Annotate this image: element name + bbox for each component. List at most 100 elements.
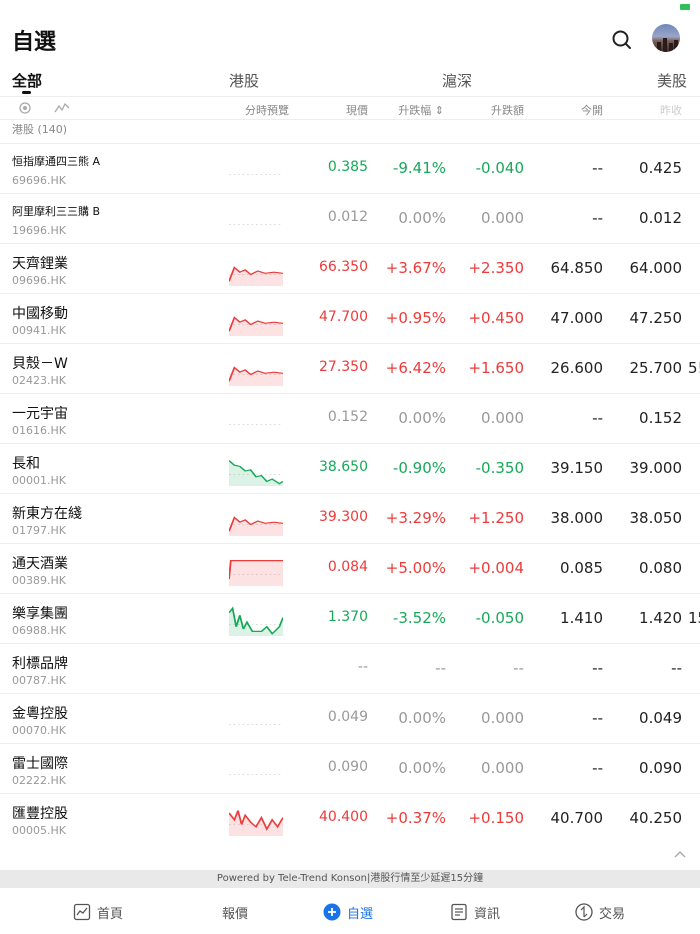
stock-change-pct: 0.00% bbox=[398, 209, 446, 227]
stock-open: -- bbox=[592, 709, 603, 727]
stock-extra-cell: 15 bbox=[688, 609, 700, 627]
sparkline-chart bbox=[229, 606, 283, 636]
stock-change: 0.000 bbox=[481, 209, 524, 227]
header: 自選 bbox=[0, 14, 700, 64]
stock-name: 長和 bbox=[12, 456, 40, 472]
stock-change: +0.150 bbox=[468, 809, 524, 827]
stock-row[interactable]: 中國移動 00941.HK 47.700 +0.95% +0.450 47.000 47.2… bbox=[0, 293, 700, 343]
stock-change-pct: 0.00% bbox=[398, 409, 446, 427]
stock-row[interactable]: 恒指摩通四三熊 A 69696.HK 0.385 -9.41% -0.040 -- 0.42… bbox=[0, 143, 700, 193]
stock-row[interactable]: 通天酒業 00389.HK 0.084 +5.00% +0.004 0.085 0.080 bbox=[0, 543, 700, 593]
stock-row[interactable]: 新東方在綫 01797.HK 39.300 +3.29% +1.250 38.000 38.… bbox=[0, 493, 700, 543]
stock-change-pct: -3.52% bbox=[392, 609, 446, 627]
exchange-icon bbox=[575, 903, 593, 921]
chevron-up-icon[interactable] bbox=[673, 846, 687, 860]
tab-cn[interactable]: 滬深 bbox=[442, 70, 472, 91]
stock-prev-close: -- bbox=[671, 659, 682, 677]
group-label: 港股 (140) bbox=[12, 123, 68, 136]
trend-icon[interactable] bbox=[54, 101, 70, 118]
stock-prev-close: 39.000 bbox=[629, 459, 683, 477]
powered-by-bar: Powered by Tele-Trend Konson|港股行情至少延遲15分… bbox=[0, 870, 700, 888]
stock-code: 00005.HK bbox=[12, 824, 66, 837]
sparkline-chart bbox=[229, 316, 283, 336]
settings-icon[interactable] bbox=[18, 101, 32, 118]
stock-change: 0.000 bbox=[481, 709, 524, 727]
stock-code: 00941.HK bbox=[12, 324, 66, 337]
page-title: 自選 bbox=[12, 30, 57, 55]
stock-row[interactable]: 雷士國際 02222.HK 0.090 0.00% 0.000 -- 0.090 bbox=[0, 743, 700, 793]
stock-prev-close: 1.420 bbox=[639, 609, 682, 627]
stock-change-pct: -- bbox=[435, 659, 446, 677]
nav-home[interactable]: 首頁 bbox=[73, 902, 123, 922]
stock-change-pct: +0.95% bbox=[385, 309, 446, 327]
stock-open: 39.150 bbox=[550, 459, 604, 477]
stock-row[interactable]: 阿里摩利三三購 B 19696.HK 0.012 0.00% 0.000 -- 0.012 bbox=[0, 193, 700, 243]
stock-change-pct: 0.00% bbox=[398, 709, 446, 727]
nav-watchlist[interactable]: 自選 bbox=[323, 902, 373, 922]
column-header: 分時預覽 現價 升跌幅 ⇕ 升跌額 今開 昨收 bbox=[0, 96, 700, 120]
stock-change: -0.040 bbox=[475, 159, 524, 177]
search-icon[interactable] bbox=[610, 28, 634, 52]
stock-name: 金粵控股 bbox=[12, 706, 68, 722]
stock-price: -- bbox=[357, 659, 368, 675]
stock-change: +2.350 bbox=[468, 259, 524, 277]
stock-change-pct: +0.37% bbox=[385, 809, 446, 827]
stock-code: 69696.HK bbox=[12, 174, 66, 187]
stock-code: 06988.HK bbox=[12, 624, 66, 637]
stock-name: 天齊鋰業 bbox=[12, 256, 68, 272]
stock-price: 47.700 bbox=[319, 309, 368, 325]
stock-price: 0.049 bbox=[327, 709, 368, 725]
stock-code: 02222.HK bbox=[12, 774, 66, 787]
avatar[interactable] bbox=[652, 24, 680, 52]
stock-name: 恒指摩通四三熊 A bbox=[12, 155, 101, 168]
stock-row[interactable]: 天齊鋰業 09696.HK 66.350 +3.67% +2.350 64.850 64.0… bbox=[0, 243, 700, 293]
stock-change: +1.650 bbox=[468, 359, 524, 377]
stock-code: 01616.HK bbox=[12, 424, 66, 437]
stock-price: 66.350 bbox=[319, 259, 368, 275]
stock-row[interactable]: 長和 00001.HK 38.650 -0.90% -0.350 39.150 39.000 bbox=[0, 443, 700, 493]
stock-name: 通天酒業 bbox=[12, 556, 68, 572]
stock-row[interactable]: 金粵控股 00070.HK 0.049 0.00% 0.000 -- 0.049 bbox=[0, 693, 700, 743]
stock-change: +0.450 bbox=[468, 309, 524, 327]
stock-price: 1.370 bbox=[327, 609, 368, 625]
tab-us[interactable]: 美股 bbox=[657, 70, 687, 91]
stock-name: 利標品牌 bbox=[12, 656, 68, 672]
stock-name: 匯豐控股 bbox=[12, 806, 68, 822]
sparkline-chart bbox=[229, 366, 283, 386]
sparkline-chart bbox=[229, 174, 283, 175]
stock-change: -0.050 bbox=[475, 609, 524, 627]
stock-row[interactable]: 樂享集團 06988.HK 1.370 -3.52% -0.050 1.410 1.420 1… bbox=[0, 593, 700, 643]
stock-name: 一元宇宙 bbox=[12, 406, 68, 422]
stock-change-pct: 0.00% bbox=[398, 759, 446, 777]
stock-extra-cell: 5! bbox=[688, 359, 700, 377]
col-prev[interactable]: 昨收 bbox=[622, 102, 682, 118]
tab-all[interactable]: 全部 bbox=[12, 70, 42, 91]
sparkline-chart bbox=[229, 656, 283, 686]
stock-row[interactable]: 貝殼－W 02423.HK 27.350 +6.42% +1.650 26.600 25.7… bbox=[0, 343, 700, 393]
stock-row[interactable]: 一元宇宙 01616.HK 0.152 0.00% 0.000 -- 0.152 bbox=[0, 393, 700, 443]
nav-watchlist-label: 自選 bbox=[347, 906, 374, 922]
stock-row[interactable]: 匯豐控股 00005.HK 40.400 +0.37% +0.150 40.700 40.2… bbox=[0, 793, 700, 843]
stock-price: 40.400 bbox=[319, 809, 368, 825]
stock-open: -- bbox=[592, 159, 603, 177]
stock-row[interactable]: 利標品牌 00787.HK -- -- -- -- -- bbox=[0, 643, 700, 693]
nav-quotes-label: 報價 bbox=[222, 906, 249, 922]
tab-hk[interactable]: 港股 bbox=[229, 70, 259, 91]
stock-open: 64.850 bbox=[550, 259, 604, 277]
nav-news[interactable]: 資訊 bbox=[450, 902, 500, 922]
col-pct[interactable]: 升跌幅 ⇕ bbox=[364, 102, 444, 118]
stock-price: 39.300 bbox=[319, 509, 368, 525]
col-price[interactable]: 現價 bbox=[308, 102, 368, 118]
nav-trade[interactable]: 交易 bbox=[575, 902, 625, 922]
stock-name: 貝殼－W bbox=[12, 356, 68, 372]
nav-quotes[interactable]: 報價 bbox=[222, 902, 248, 922]
stock-change-pct: +6.42% bbox=[385, 359, 446, 377]
stock-price: 0.012 bbox=[327, 209, 368, 225]
stock-change: -0.350 bbox=[475, 459, 524, 477]
stock-open: 26.600 bbox=[550, 359, 604, 377]
stock-change-pct: +3.29% bbox=[385, 509, 446, 527]
plus-circle-icon bbox=[323, 903, 341, 921]
col-change[interactable]: 升跌額 bbox=[454, 102, 524, 118]
sparkline-chart bbox=[229, 516, 283, 536]
col-open[interactable]: 今開 bbox=[543, 102, 603, 118]
